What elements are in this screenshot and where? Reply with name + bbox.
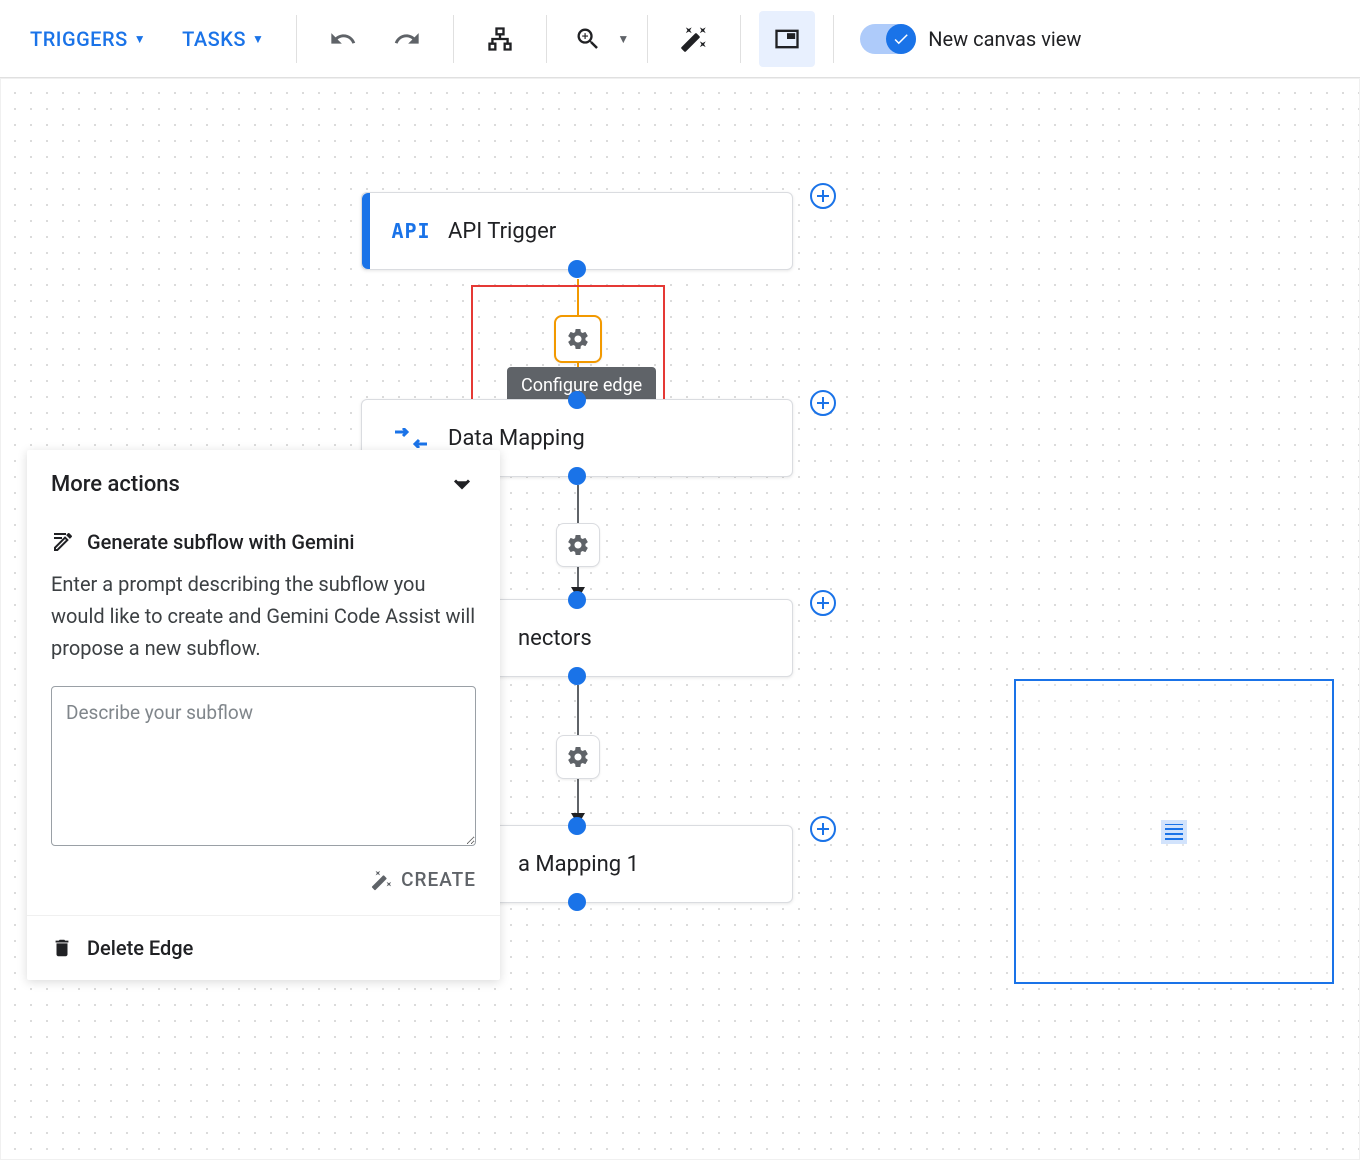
- minimap[interactable]: [1014, 679, 1334, 984]
- minimap-icon: [773, 25, 801, 53]
- magic-wand-button[interactable]: [666, 11, 722, 67]
- add-node-button[interactable]: [810, 590, 836, 616]
- divider: [296, 15, 297, 63]
- create-button[interactable]: CREATE: [371, 868, 476, 891]
- layout-button[interactable]: [472, 11, 528, 67]
- divider: [740, 15, 741, 63]
- tasks-label: TASKS: [182, 27, 246, 51]
- divider: [833, 15, 834, 63]
- gemini-section: Generate subflow with Gemini Enter a pro…: [27, 518, 500, 915]
- configure-edge-button[interactable]: [556, 523, 600, 567]
- caret-down-icon[interactable]: ▼: [617, 32, 629, 46]
- port-top[interactable]: [568, 391, 586, 409]
- add-node-button[interactable]: [810, 183, 836, 209]
- redo-icon: [393, 25, 421, 53]
- node-label: nectors: [518, 626, 592, 651]
- node-label: API Trigger: [448, 219, 556, 244]
- node-label: Data Mapping: [448, 426, 585, 451]
- add-node-button[interactable]: [810, 816, 836, 842]
- configure-edge-button[interactable]: [556, 735, 600, 779]
- edge-2[interactable]: [577, 485, 579, 600]
- canvas-view-toggle-wrap: New canvas view: [860, 24, 1081, 54]
- add-node-button[interactable]: [810, 390, 836, 416]
- canvas-view-toggle[interactable]: [860, 24, 916, 54]
- divider: [546, 15, 547, 63]
- port-bottom[interactable]: [568, 893, 586, 911]
- triggers-dropdown[interactable]: TRIGGERS ▼: [16, 17, 160, 61]
- trash-icon: [51, 937, 73, 959]
- undo-icon: [329, 25, 357, 53]
- subflow-prompt-input[interactable]: [51, 686, 476, 846]
- edge-3[interactable]: [577, 685, 579, 827]
- gear-icon: [566, 745, 590, 769]
- gear-icon: [566, 327, 590, 351]
- magic-wand-icon: [371, 869, 393, 891]
- port-bottom[interactable]: [568, 260, 586, 278]
- layout-icon: [486, 25, 514, 53]
- zoom-button[interactable]: [565, 11, 611, 67]
- minimap-list-icon: [1161, 820, 1187, 844]
- divider: [453, 15, 454, 63]
- caret-down-icon: ▼: [134, 32, 146, 46]
- toolbar: TRIGGERS ▼ TASKS ▼ ▼ New canvas view: [0, 0, 1360, 78]
- port-bottom[interactable]: [568, 667, 586, 685]
- divider: [647, 15, 648, 63]
- toggle-knob: [886, 24, 916, 54]
- canvas-view-label: New canvas view: [928, 27, 1081, 51]
- port-top[interactable]: [568, 817, 586, 835]
- gear-icon: [566, 533, 590, 557]
- magic-wand-icon: [680, 25, 708, 53]
- data-mapping-icon: [390, 428, 432, 448]
- undo-button[interactable]: [315, 11, 371, 67]
- port-top[interactable]: [568, 591, 586, 609]
- configure-edge-button[interactable]: [554, 315, 602, 363]
- gemini-title: Generate subflow with Gemini: [51, 530, 476, 554]
- zoom-group: ▼: [565, 11, 629, 67]
- chevron-down-icon[interactable]: [448, 470, 476, 498]
- caret-down-icon: ▼: [252, 32, 264, 46]
- triggers-label: TRIGGERS: [30, 27, 128, 51]
- node-api-trigger[interactable]: API API Trigger: [361, 192, 793, 270]
- zoom-in-icon: [574, 25, 602, 53]
- port-bottom[interactable]: [568, 467, 586, 485]
- tasks-dropdown[interactable]: TASKS ▼: [168, 17, 278, 61]
- api-icon: API: [390, 219, 432, 243]
- note-edit-icon: [51, 530, 75, 554]
- more-actions-panel: More actions Generate subflow with Gemin…: [27, 450, 500, 980]
- node-label: a Mapping 1: [518, 852, 639, 877]
- delete-edge-button[interactable]: Delete Edge: [27, 915, 500, 980]
- check-icon: [892, 30, 910, 48]
- panel-title: More actions: [51, 472, 180, 497]
- minimap-toggle-button[interactable]: [759, 11, 815, 67]
- redo-button[interactable]: [379, 11, 435, 67]
- panel-header[interactable]: More actions: [27, 450, 500, 518]
- node-accent: [362, 193, 370, 269]
- gemini-description: Enter a prompt describing the subflow yo…: [51, 568, 476, 664]
